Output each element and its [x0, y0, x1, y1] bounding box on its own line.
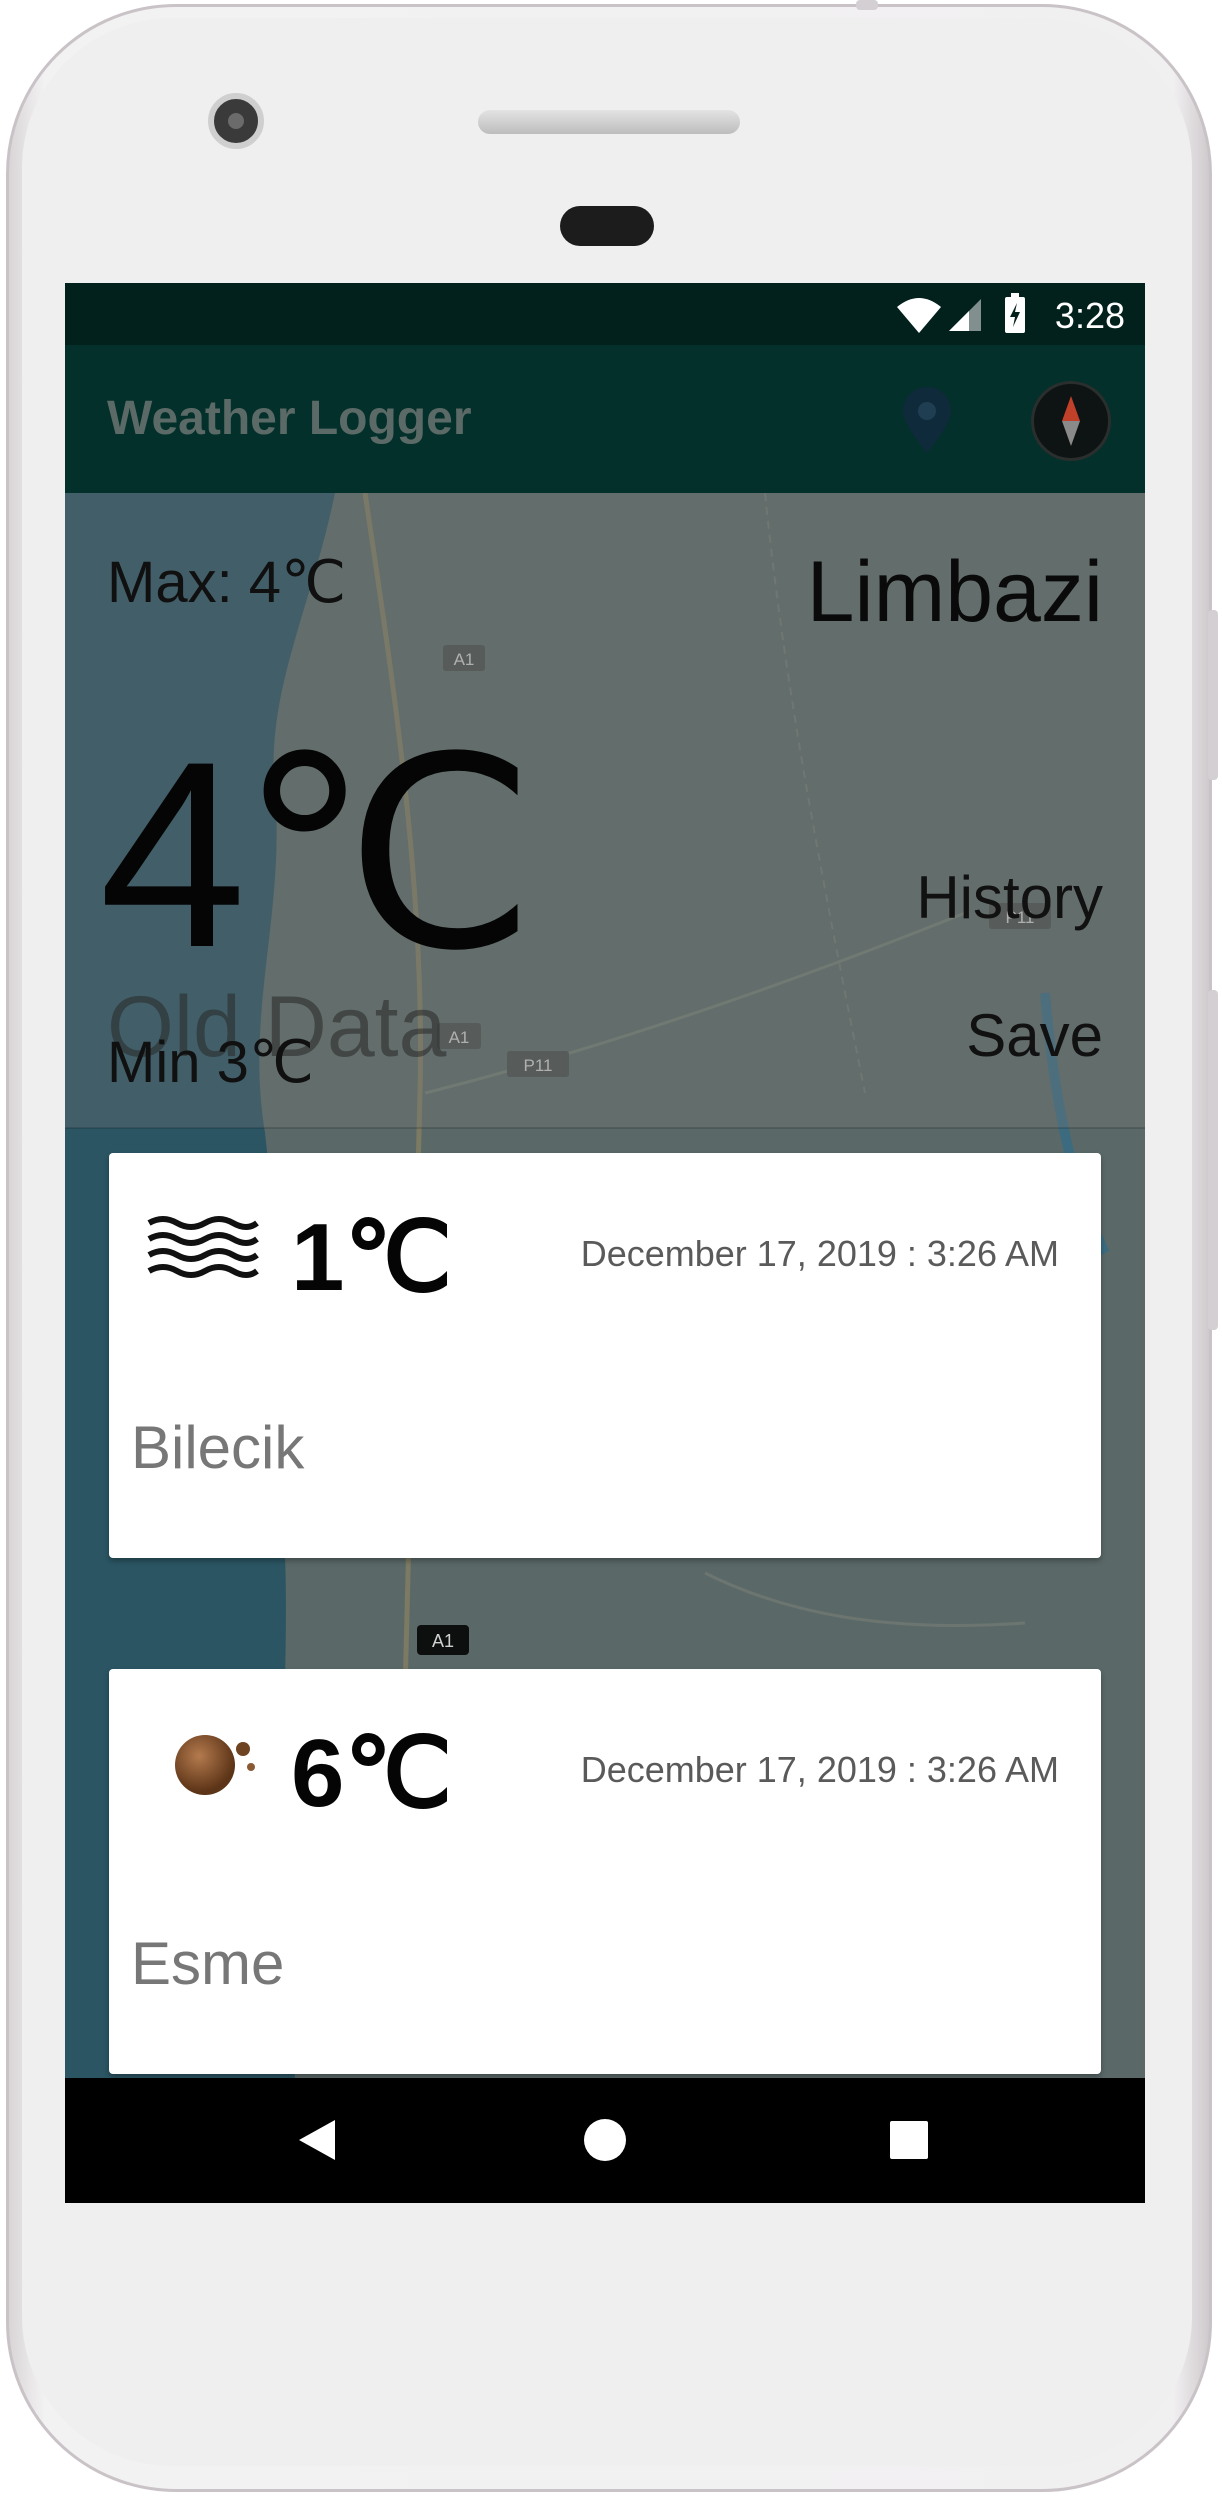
recents-icon[interactable] — [889, 2120, 929, 2160]
app-bar: Weather Logger — [65, 345, 1145, 493]
card-temperature: 6℃ — [291, 1720, 453, 1827]
volume-button — [1208, 610, 1218, 780]
wifi-icon — [897, 298, 941, 333]
overcast-cloud-icon — [175, 1735, 255, 1795]
status-time: 3:28 — [1054, 295, 1125, 336]
home-icon[interactable] — [583, 2118, 627, 2162]
earpiece — [560, 206, 654, 246]
card-city: Esme — [131, 1930, 285, 1997]
location-pin-icon[interactable] — [897, 385, 957, 455]
status-bar: 3:28 — [65, 283, 1145, 345]
overlay-divider — [65, 1127, 1145, 1129]
mist-icon — [147, 1216, 259, 1278]
compass-icon — [1062, 396, 1080, 446]
screen: 3:28 Weather Logger A1 A1 P11 P11 A1 Max… — [65, 283, 1145, 2203]
back-icon[interactable] — [297, 2118, 337, 2162]
app-title: Weather Logger — [107, 392, 472, 445]
min-temperature: Min 3℃ — [107, 1030, 314, 1095]
card-city: Bilecik — [131, 1414, 305, 1481]
current-temperature: 4℃ — [99, 707, 536, 1003]
max-temperature: Max: 4℃ — [107, 550, 347, 615]
power-button — [1208, 990, 1218, 1330]
card-temperature: 1℃ — [291, 1204, 453, 1311]
cell-signal-icon — [949, 299, 981, 331]
svg-text:A1: A1 — [432, 1631, 454, 1651]
road-label-a1-bottom: A1 — [417, 1625, 469, 1655]
history-card[interactable]: 1℃ December 17, 2019 : 3:26 AM Bilecik — [109, 1153, 1101, 1558]
current-city: Limbazi — [806, 544, 1103, 640]
battery-charging-icon — [1005, 293, 1025, 333]
history-card[interactable]: 6℃ December 17, 2019 : 3:26 AM Esme — [109, 1669, 1101, 2074]
navigation-bar — [65, 2078, 1145, 2203]
compass-button[interactable] — [1031, 381, 1111, 461]
speaker-grille — [478, 110, 740, 134]
save-button[interactable]: Save — [966, 1001, 1103, 1070]
history-button[interactable]: History — [916, 863, 1103, 932]
card-date: December 17, 2019 : 3:26 AM — [580, 1233, 1059, 1274]
card-date: December 17, 2019 : 3:26 AM — [580, 1749, 1059, 1790]
top-button — [856, 0, 878, 10]
front-camera — [208, 93, 264, 149]
